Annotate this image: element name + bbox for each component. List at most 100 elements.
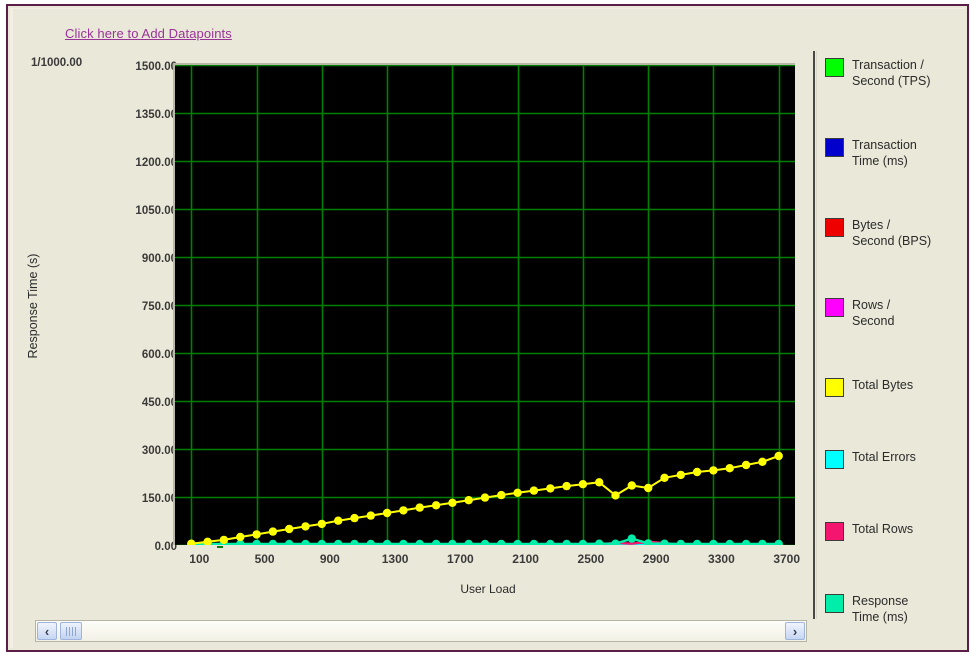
y-tick-label: 1050.00 — [135, 205, 177, 217]
data-point — [546, 484, 555, 493]
data-point — [595, 539, 604, 545]
legend-item[interactable]: Total Rows — [825, 521, 975, 541]
data-point — [595, 478, 604, 487]
legend-item[interactable]: Rows / Second — [825, 297, 975, 329]
data-point — [203, 537, 212, 545]
data-point — [334, 539, 343, 545]
data-point — [676, 470, 685, 480]
data-point — [725, 464, 734, 473]
data-point — [431, 539, 441, 545]
legend-color-swatch — [825, 594, 844, 613]
data-point — [480, 493, 490, 502]
legend-divider-highlight — [816, 51, 817, 619]
data-point — [464, 496, 473, 505]
y-tick-label: 1350.00 — [135, 109, 177, 121]
legend-item-label: Total Rows — [852, 522, 914, 536]
data-point — [497, 539, 506, 545]
data-point — [317, 539, 326, 545]
legend-divider — [813, 51, 815, 619]
x-axis-ticks: 100 500 900 1300 1700 2100 2500 2900 3300 3700 — [173, 552, 803, 576]
horizontal-scrollbar[interactable]: ‹ › — [35, 620, 807, 642]
data-point — [709, 466, 718, 475]
legend-color-swatch — [825, 58, 844, 77]
series-response-time-ms — [187, 534, 783, 545]
data-point — [660, 473, 669, 482]
legend-item-label: Response Time (ms) — [852, 594, 909, 624]
app-root: Click here to Add Datapoints 1/1000.00 R… — [0, 0, 975, 657]
series-total-bytes — [187, 451, 783, 545]
data-point — [529, 539, 539, 545]
data-point — [285, 524, 294, 534]
legend-color-swatch — [825, 522, 844, 541]
scroll-right-button[interactable]: › — [785, 622, 805, 640]
window-frame: Click here to Add Datapoints 1/1000.00 R… — [6, 4, 969, 652]
x-tick-label: 1300 — [381, 552, 409, 566]
data-point — [366, 539, 375, 545]
data-point — [741, 539, 751, 545]
x-tick-label: 500 — [254, 552, 275, 566]
data-point — [644, 539, 653, 545]
data-point — [578, 539, 588, 545]
data-point — [399, 506, 408, 515]
legend-item[interactable]: Total Bytes — [825, 377, 975, 397]
data-point — [382, 539, 392, 545]
y-tick-label: 900.00 — [141, 253, 177, 265]
legend-item[interactable]: Total Errors — [825, 449, 975, 469]
data-point — [497, 490, 506, 500]
data-point — [268, 527, 278, 536]
chevron-right-icon: › — [792, 623, 798, 639]
legend-color-swatch — [825, 218, 844, 237]
data-point — [676, 539, 685, 545]
data-point — [431, 501, 441, 510]
plot-area — [173, 63, 803, 551]
data-point — [644, 483, 653, 493]
data-point — [562, 539, 571, 545]
y-tick-label: 150.00 — [141, 493, 177, 505]
data-point — [317, 519, 326, 529]
data-point — [464, 539, 473, 545]
x-tick-label: 3300 — [708, 552, 735, 566]
data-point — [448, 539, 457, 545]
x-tick-label: 2900 — [642, 552, 670, 566]
graph-panel: Click here to Add Datapoints 1/1000.00 R… — [10, 8, 965, 648]
chevron-left-icon: ‹ — [44, 623, 50, 639]
data-point — [366, 511, 375, 520]
data-point — [252, 530, 261, 539]
data-point — [725, 539, 734, 545]
data-point — [187, 539, 196, 545]
x-tick-label: 900 — [319, 552, 340, 566]
data-point — [399, 539, 408, 545]
legend-item[interactable]: Transaction Time (ms) — [825, 137, 975, 169]
data-point — [236, 532, 245, 542]
y-tick-label: 450.00 — [141, 397, 177, 409]
scrollbar-thumb[interactable] — [60, 622, 82, 640]
x-tick-label: 2500 — [577, 552, 605, 566]
legend-item-label: Total Bytes — [852, 378, 914, 392]
scroll-left-button[interactable]: ‹ — [37, 622, 57, 640]
data-point — [513, 539, 522, 545]
legend-color-swatch — [825, 378, 844, 397]
data-point — [415, 503, 424, 512]
x-tick-label: 2100 — [512, 552, 539, 566]
data-point — [627, 481, 636, 490]
data-point — [252, 539, 261, 545]
legend-item[interactable]: Transaction / Second (TPS) — [825, 57, 975, 89]
data-point — [611, 539, 620, 545]
grip-icon — [66, 626, 76, 636]
data-point — [758, 539, 767, 545]
y-axis-title: Response Time (s) — [26, 253, 40, 359]
legend-item[interactable]: Bytes / Second (BPS) — [825, 217, 975, 249]
chart-svg — [175, 65, 795, 545]
data-point — [562, 481, 571, 491]
data-point — [382, 508, 392, 518]
data-point — [480, 539, 490, 545]
data-point — [334, 516, 343, 525]
data-point — [301, 522, 310, 531]
grid-lines — [175, 65, 795, 545]
data-point — [350, 513, 359, 523]
y-tick-label: 1500.00 — [135, 61, 177, 73]
add-datapoints-link[interactable]: Click here to Add Datapoints — [65, 26, 232, 41]
data-point — [774, 539, 783, 545]
y-tick-label: 1200.00 — [135, 157, 177, 169]
legend-item[interactable]: Response Time (ms) — [825, 593, 975, 625]
